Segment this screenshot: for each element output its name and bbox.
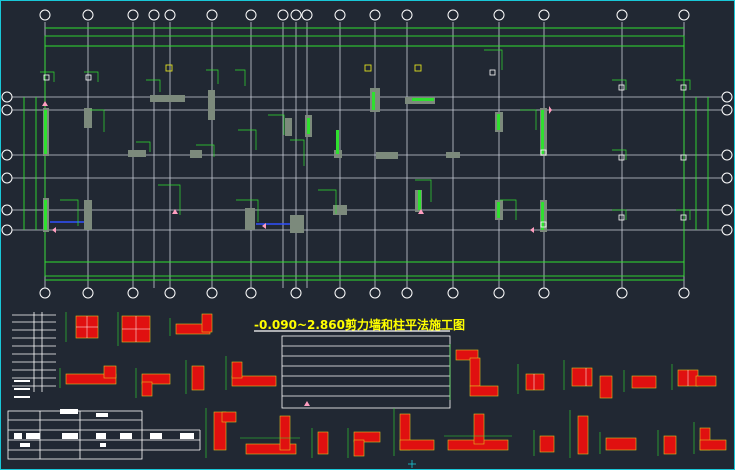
drawing-title: -0.090~2.860剪力墙和柱平法施工图 (254, 318, 465, 332)
cad-canvas[interactable] (0, 0, 735, 470)
canvas-background (0, 0, 735, 470)
